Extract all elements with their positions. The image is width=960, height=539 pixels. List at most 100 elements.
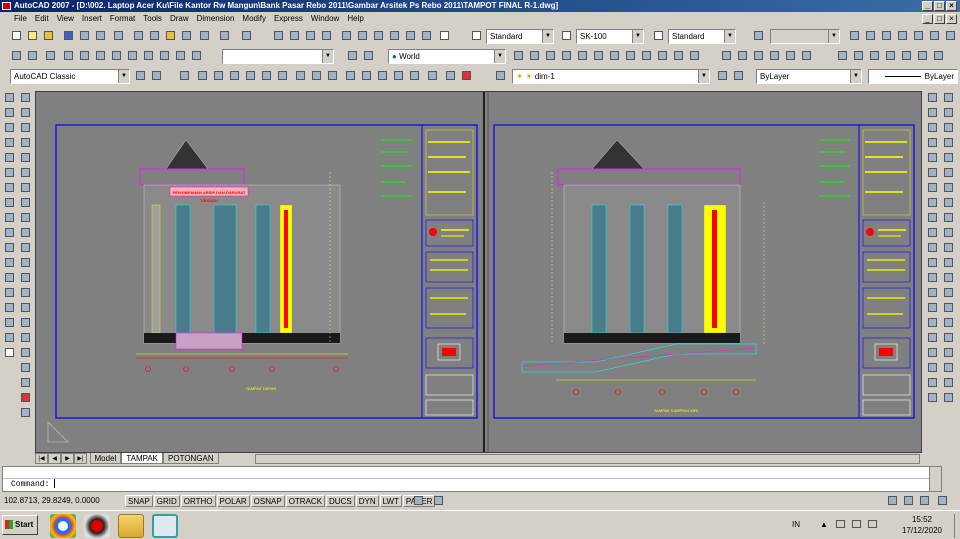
snap-endpoint-icon[interactable] bbox=[212, 69, 225, 82]
view5-icon[interactable] bbox=[126, 49, 139, 62]
snap-none-icon[interactable] bbox=[426, 69, 439, 82]
point-icon[interactable] bbox=[3, 273, 17, 286]
ucs-icon[interactable] bbox=[346, 49, 359, 62]
dim-edit-icon[interactable] bbox=[926, 303, 940, 316]
stretch-icon[interactable] bbox=[19, 213, 33, 226]
snap-nearest-icon[interactable] bbox=[408, 69, 421, 82]
image-icon[interactable] bbox=[942, 288, 956, 301]
markup-icon[interactable] bbox=[404, 29, 417, 42]
command-scrollbar[interactable] bbox=[929, 467, 941, 491]
blockeditor-icon[interactable] bbox=[198, 29, 211, 42]
command-line[interactable]: Command: bbox=[3, 478, 941, 491]
next-tab-icon[interactable]: ▶ bbox=[61, 453, 74, 464]
view8-icon[interactable] bbox=[174, 49, 187, 62]
flag-icon[interactable] bbox=[836, 520, 845, 528]
view2-icon[interactable] bbox=[78, 49, 91, 62]
edit-polyline-icon[interactable] bbox=[942, 108, 956, 121]
osnap-from-icon[interactable] bbox=[196, 69, 209, 82]
clock-date[interactable]: 17/12/2020 bbox=[894, 526, 950, 535]
tool-g-icon[interactable] bbox=[932, 49, 945, 62]
express-tool3-icon[interactable] bbox=[880, 29, 893, 42]
show-desktop-button[interactable] bbox=[954, 514, 959, 538]
text-style-select[interactable]: Standard ▼ bbox=[486, 29, 554, 44]
dim-extra1-icon[interactable] bbox=[926, 363, 940, 376]
layer-previous-icon[interactable] bbox=[732, 69, 745, 82]
move-icon[interactable] bbox=[19, 168, 33, 181]
rotate-icon[interactable] bbox=[19, 183, 33, 196]
designcenter-icon[interactable] bbox=[356, 29, 369, 42]
block-attr-manager-icon[interactable] bbox=[942, 168, 956, 181]
first-tab-icon[interactable]: |◀ bbox=[35, 453, 48, 464]
tab-potongan[interactable]: POTONGAN bbox=[163, 453, 219, 464]
hatch-icon[interactable] bbox=[3, 288, 17, 301]
ucs-face-icon[interactable] bbox=[544, 49, 557, 62]
rectangle-icon[interactable] bbox=[3, 153, 17, 166]
erase-icon[interactable] bbox=[19, 93, 33, 106]
sync-attributes-icon[interactable] bbox=[942, 183, 956, 196]
ungroup-icon[interactable] bbox=[942, 393, 956, 406]
render2-icon[interactable] bbox=[736, 49, 749, 62]
dim-style-manager-icon[interactable] bbox=[926, 348, 940, 361]
express-tool5-icon[interactable] bbox=[912, 29, 925, 42]
doc-restore-button[interactable]: □ bbox=[934, 14, 945, 24]
polyline-icon[interactable] bbox=[3, 123, 17, 136]
minimize-button[interactable]: _ bbox=[922, 1, 933, 11]
render5-icon[interactable] bbox=[784, 49, 797, 62]
plot-style-icon[interactable] bbox=[752, 29, 765, 42]
insert-block-icon[interactable] bbox=[3, 243, 17, 256]
osnap-toggle[interactable]: OSNAP bbox=[250, 495, 285, 507]
layer-states-icon[interactable] bbox=[26, 49, 39, 62]
ucs-world-icon[interactable] bbox=[512, 49, 525, 62]
ucs-select[interactable]: ● World ▼ bbox=[388, 49, 506, 64]
render6-icon[interactable] bbox=[800, 49, 813, 62]
revcloud-icon[interactable] bbox=[3, 198, 17, 211]
comm-center-icon[interactable] bbox=[886, 494, 899, 507]
edit-multiline-icon[interactable] bbox=[942, 138, 956, 151]
undo-icon[interactable] bbox=[218, 29, 231, 42]
view7-icon[interactable] bbox=[158, 49, 171, 62]
menu-view[interactable]: View bbox=[53, 12, 78, 26]
arc-icon[interactable] bbox=[3, 168, 17, 181]
maximize-viewport-icon[interactable] bbox=[412, 494, 425, 507]
table-style-select[interactable]: Standard ▼ bbox=[668, 29, 736, 44]
clock-time[interactable]: 15:52 bbox=[902, 515, 942, 524]
file-explorer-icon[interactable] bbox=[118, 514, 144, 538]
snap-quadrant-icon[interactable] bbox=[310, 69, 323, 82]
snap-center-icon[interactable] bbox=[294, 69, 307, 82]
copy-icon[interactable] bbox=[148, 29, 161, 42]
ucs-prev-icon[interactable] bbox=[362, 49, 375, 62]
trim-icon[interactable] bbox=[19, 228, 33, 241]
named-views-select[interactable]: ▼ bbox=[222, 49, 334, 64]
express-tool6-icon[interactable] bbox=[928, 29, 941, 42]
array-icon[interactable] bbox=[19, 153, 33, 166]
zoom-realtime-icon[interactable] bbox=[288, 29, 301, 42]
new-icon[interactable] bbox=[10, 29, 23, 42]
block-attribute-icon[interactable] bbox=[19, 408, 33, 421]
construction-line-icon[interactable] bbox=[3, 108, 17, 121]
open-icon[interactable] bbox=[42, 29, 55, 42]
extend-icon[interactable] bbox=[19, 243, 33, 256]
express-tool2-icon[interactable] bbox=[864, 29, 877, 42]
express-tool4-icon[interactable] bbox=[896, 29, 909, 42]
view6-icon[interactable] bbox=[142, 49, 155, 62]
dim-linear-icon[interactable] bbox=[926, 93, 940, 106]
snap-parallel-icon[interactable] bbox=[360, 69, 373, 82]
maximize-button[interactable]: □ bbox=[934, 1, 945, 11]
dim-radius-icon[interactable] bbox=[926, 153, 940, 166]
view4-icon[interactable] bbox=[110, 49, 123, 62]
edit-attribute-icon[interactable] bbox=[942, 153, 956, 166]
publish-icon[interactable] bbox=[112, 29, 125, 42]
dim-continue-icon[interactable] bbox=[926, 243, 940, 256]
text-edit-icon[interactable] bbox=[19, 333, 33, 346]
arrow-left-icon[interactable] bbox=[19, 363, 33, 376]
image-adjust-icon[interactable] bbox=[942, 303, 956, 316]
color-select[interactable]: ByLayer ▼ bbox=[756, 69, 862, 84]
linetype-select[interactable]: ByLayer bbox=[868, 69, 958, 84]
delete-icon[interactable] bbox=[19, 393, 33, 406]
dim-arc-icon[interactable] bbox=[926, 123, 940, 136]
render3-icon[interactable] bbox=[752, 49, 765, 62]
break-icon[interactable] bbox=[19, 258, 33, 271]
menu-express[interactable]: Express bbox=[270, 12, 307, 26]
pan-icon[interactable] bbox=[272, 29, 285, 42]
menu-format[interactable]: Format bbox=[106, 12, 139, 26]
